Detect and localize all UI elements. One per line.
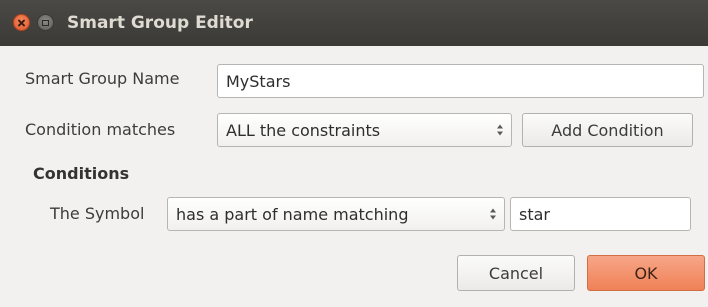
- condition-operator-value: has a part of name matching: [176, 204, 409, 224]
- condition-operator-select[interactable]: has a part of name matching: [167, 197, 505, 231]
- add-condition-label: Add Condition: [551, 120, 664, 140]
- cancel-button[interactable]: Cancel: [457, 255, 575, 291]
- maximize-icon[interactable]: [37, 14, 54, 31]
- condition-matches-value: ALL the constraints: [226, 120, 381, 140]
- condition-subject-label: The Symbol: [50, 204, 145, 223]
- add-condition-button[interactable]: Add Condition: [522, 113, 693, 147]
- condition-matches-select[interactable]: ALL the constraints: [217, 113, 512, 147]
- cancel-label: Cancel: [488, 263, 544, 283]
- condition-value-input[interactable]: star: [510, 197, 691, 231]
- condition-value-text: star: [519, 204, 550, 224]
- conditions-header: Conditions: [33, 164, 130, 183]
- spinner-arrows-icon: [490, 208, 496, 220]
- ok-button[interactable]: OK: [587, 255, 705, 291]
- smart-group-name-label: Smart Group Name: [25, 69, 180, 88]
- window-title: Smart Group Editor: [67, 13, 253, 33]
- smart-group-name-input[interactable]: MyStars: [217, 64, 704, 98]
- condition-matches-label: Condition matches: [25, 120, 176, 139]
- ok-label: OK: [634, 263, 658, 283]
- close-icon[interactable]: [13, 14, 30, 31]
- smart-group-name-value: MyStars: [226, 71, 291, 91]
- title-bar: Smart Group Editor: [0, 0, 708, 46]
- spinner-arrows-icon: [497, 124, 503, 136]
